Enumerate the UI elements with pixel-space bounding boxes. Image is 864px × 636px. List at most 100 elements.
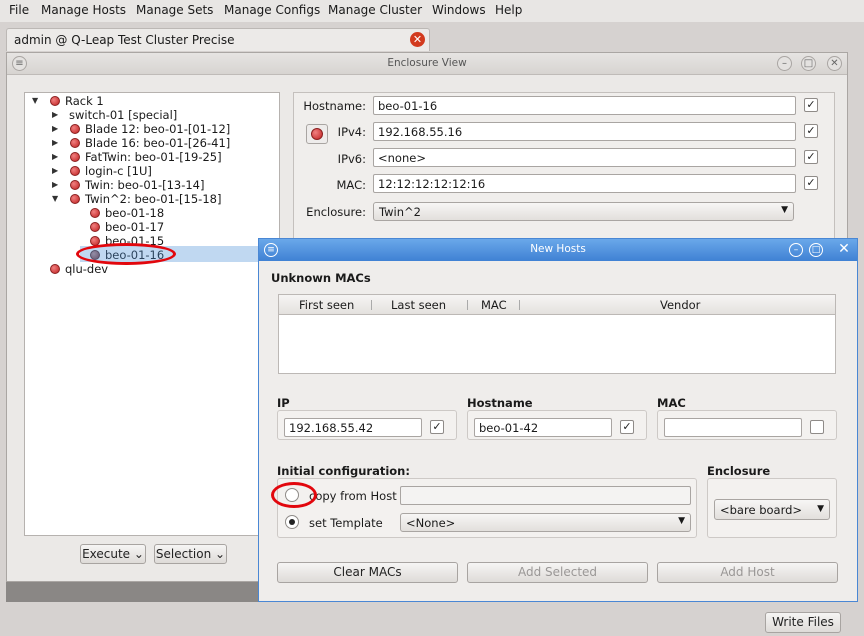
tree-item-beo-01-18[interactable]: beo-01-18 [105, 206, 164, 220]
chevron-down-icon: ▼ [781, 205, 788, 215]
selection-button[interactable]: Selection ⌄ [154, 544, 227, 564]
highlight-ellipse [271, 482, 317, 508]
set-template-label: set Template [309, 516, 383, 530]
enclosure-heading: Enclosure [707, 464, 771, 478]
new-hostname-field[interactable]: beo-01-42 [474, 418, 612, 437]
menu-help[interactable]: Help [495, 3, 522, 17]
add-selected-button[interactable]: Add Selected [467, 562, 648, 583]
status-dot-icon [70, 152, 80, 162]
chevron-down-icon[interactable]: ▼ [52, 194, 58, 203]
chevron-right-icon[interactable]: ▶ [52, 138, 58, 147]
mac-label: MAC: [336, 178, 367, 192]
col-mac[interactable]: MAC [481, 298, 507, 312]
col-vendor[interactable]: Vendor [660, 298, 700, 312]
ip-checkbox[interactable]: ✓ [430, 420, 444, 434]
mac-heading: MAC [657, 396, 686, 410]
enclosure-select[interactable]: <bare board> ▼ [714, 499, 830, 520]
maximize-icon[interactable]: □ [809, 243, 823, 257]
col-last-seen[interactable]: Last seen [391, 298, 446, 312]
tree-item-beo-01-17[interactable]: beo-01-17 [105, 220, 164, 234]
chevron-right-icon[interactable]: ▶ [52, 166, 58, 175]
new-hosts-title: New Hosts [530, 243, 586, 255]
menu-windows[interactable]: Windows [432, 3, 486, 17]
status-dot-icon [90, 222, 100, 232]
tree-item-blade-12[interactable]: Blade 12: beo-01-[01-12] [85, 122, 230, 136]
ipv6-field[interactable]: <none> [373, 148, 796, 167]
hostname-field[interactable]: beo-01-16 [373, 96, 796, 115]
tree-item-login-c[interactable]: login-c [1U] [85, 164, 152, 178]
tree-item-rack-1[interactable]: Rack 1 [65, 94, 104, 108]
status-dot-icon [70, 180, 80, 190]
status-dot-icon [70, 194, 80, 204]
chevron-right-icon[interactable]: ▶ [52, 124, 58, 133]
copy-from-host-label: copy from Host [309, 489, 397, 503]
chevron-right-icon[interactable]: ▶ [52, 180, 58, 189]
menu-manage-sets[interactable]: Manage Sets [136, 3, 213, 17]
template-select[interactable]: <None> ▼ [400, 513, 691, 532]
maximize-icon[interactable]: □ [801, 56, 816, 71]
cluster-tab[interactable]: admin @ Q-Leap Test Cluster Precise ✕ [6, 28, 430, 51]
minimize-icon[interactable]: – [789, 243, 803, 257]
chevron-right-icon[interactable]: ▶ [52, 110, 58, 119]
mac-checkbox[interactable]: ✓ [804, 176, 818, 190]
ip-field[interactable]: 192.168.55.42 [284, 418, 422, 437]
status-dot-icon [50, 264, 60, 274]
copy-host-field[interactable] [400, 486, 691, 505]
status-dot-icon [50, 96, 60, 106]
highlight-ellipse [76, 243, 176, 265]
tree-item-fattwin[interactable]: FatTwin: beo-01-[19-25] [85, 150, 222, 164]
minimize-icon[interactable]: – [777, 56, 792, 71]
write-files-button[interactable]: Write Files [765, 612, 841, 633]
ip-heading: IP [277, 396, 290, 410]
enclosure-label: Enclosure: [306, 205, 366, 219]
mac-checkbox[interactable] [810, 420, 824, 434]
status-dot-icon [90, 208, 100, 218]
unknown-macs-heading: Unknown MACs [271, 271, 371, 285]
hostname-checkbox[interactable]: ✓ [804, 98, 818, 112]
close-icon[interactable]: ✕ [410, 32, 425, 47]
tab-title: admin @ Q-Leap Test Cluster Precise [14, 33, 235, 47]
hostname-checkbox[interactable]: ✓ [620, 420, 634, 434]
enclosure-tree[interactable]: ▼ Rack 1 ▶ switch-01 [special] ▶ Blade 1… [24, 92, 280, 536]
column-divider [467, 300, 468, 310]
table-header: First seen Last seen MAC Vendor [279, 295, 835, 315]
column-divider [519, 300, 520, 310]
status-dot-icon [70, 166, 80, 176]
tree-item-qlu-dev[interactable]: qlu-dev [65, 262, 108, 276]
col-first-seen[interactable]: First seen [299, 298, 354, 312]
ipv6-checkbox[interactable]: ✓ [804, 150, 818, 164]
initial-config-heading: Initial configuration: [277, 464, 410, 478]
column-divider [371, 300, 372, 310]
ipv6-label: IPv6: [337, 152, 366, 166]
tree-item-twin2[interactable]: Twin^2: beo-01-[15-18] [85, 192, 221, 206]
ipv4-checkbox[interactable]: ✓ [804, 124, 818, 138]
chevron-down-icon: ▼ [817, 504, 824, 514]
menu-manage-hosts[interactable]: Manage Hosts [41, 3, 126, 17]
menu-manage-cluster[interactable]: Manage Cluster [328, 3, 422, 17]
chevron-down-icon: ▼ [678, 516, 685, 526]
ipv4-label: IPv4: [337, 125, 366, 139]
status-dot-icon [70, 124, 80, 134]
clear-macs-button[interactable]: Clear MACs [277, 562, 458, 583]
status-dot-icon [70, 138, 80, 148]
unknown-macs-table[interactable]: First seen Last seen MAC Vendor [278, 294, 836, 374]
tree-item-switch[interactable]: switch-01 [special] [69, 108, 177, 122]
mac-field[interactable]: 12:12:12:12:12:16 [373, 174, 796, 193]
close-icon[interactable]: ✕ [837, 242, 851, 257]
ipv4-field[interactable]: 192.168.55.16 [373, 122, 796, 141]
enclosure-select[interactable]: Twin^2 ▼ [373, 202, 794, 221]
set-template-radio[interactable] [285, 515, 299, 529]
hostname-heading: Hostname [467, 396, 533, 410]
chevron-right-icon[interactable]: ▶ [52, 152, 58, 161]
add-host-button[interactable]: Add Host [657, 562, 838, 583]
menu-manage-configs[interactable]: Manage Configs [224, 3, 320, 17]
close-icon[interactable]: ✕ [827, 56, 842, 71]
tree-item-twin[interactable]: Twin: beo-01-[13-14] [85, 178, 205, 192]
tree-item-blade-16[interactable]: Blade 16: beo-01-[26-41] [85, 136, 230, 150]
status-band [6, 582, 258, 602]
chevron-down-icon[interactable]: ▼ [32, 96, 38, 105]
execute-button[interactable]: Execute ⌄ [80, 544, 146, 564]
new-mac-field[interactable] [664, 418, 802, 437]
bottom-bar [0, 600, 864, 636]
menu-file[interactable]: File [9, 3, 29, 17]
